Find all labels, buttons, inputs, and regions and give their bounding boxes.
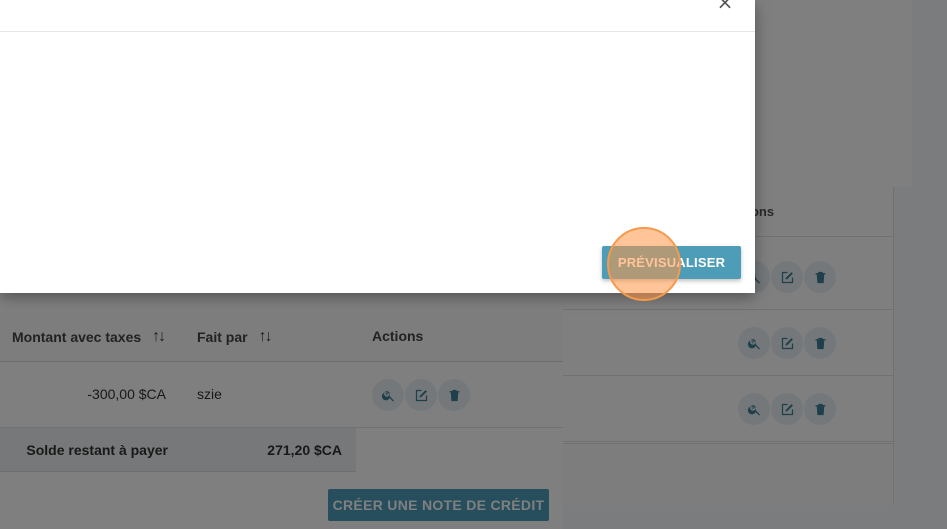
preview-button[interactable]: PRÉVISUALISER xyxy=(602,246,741,279)
preview-modal: × PRÉVISUALISER xyxy=(0,0,755,293)
modal-header: × xyxy=(0,0,755,32)
close-icon[interactable]: × xyxy=(716,0,734,14)
